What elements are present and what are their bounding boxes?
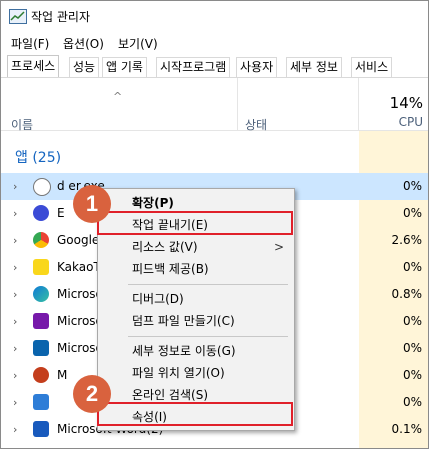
column-divider <box>237 78 238 130</box>
onenote-icon <box>33 313 49 329</box>
tab-details[interactable]: 세부 정보 <box>286 57 342 77</box>
menu-item-create-dump[interactable]: 덤프 파일 만들기(C) <box>98 310 294 332</box>
menu-item-label: 디버그(D) <box>132 292 184 306</box>
tab-app-history[interactable]: 앱 기록 <box>102 57 147 77</box>
process-cpu: 0.1% <box>391 422 423 436</box>
menu-item-open-file-location[interactable]: 파일 위치 열기(O) <box>98 362 294 384</box>
tab-startup[interactable]: 시작프로그램 <box>156 57 231 77</box>
outlook-icon <box>33 340 49 356</box>
process-cpu: 0% <box>402 368 422 382</box>
menu-view[interactable]: 보기(V) <box>118 33 158 54</box>
menu-options[interactable]: 옵션(O) <box>63 33 104 54</box>
app-icon <box>33 394 49 410</box>
expand-chevron-icon[interactable]: › <box>13 207 17 220</box>
process-cpu: 2.6% <box>391 233 423 247</box>
highlight-properties <box>97 402 293 426</box>
process-name: Microso <box>57 341 103 355</box>
expand-chevron-icon[interactable]: › <box>13 180 17 193</box>
column-cpu[interactable]: 14% CPU <box>358 78 428 130</box>
menu-item-label: 세부 정보로 이동(G) <box>132 344 236 358</box>
menu-item-debug[interactable]: 디버그(D) <box>98 288 294 310</box>
window-title: 작업 관리자 <box>31 10 91 24</box>
menu-item-feedback[interactable]: 피드백 제공(B) <box>98 258 294 280</box>
process-cpu: 0% <box>402 179 422 193</box>
expand-chevron-icon[interactable]: › <box>13 396 17 409</box>
kakaotalk-icon <box>33 259 49 275</box>
submenu-arrow-icon: > <box>273 240 284 254</box>
process-cpu: 0% <box>402 260 422 274</box>
callout-badge-1: 1 <box>73 185 111 223</box>
expand-chevron-icon[interactable]: › <box>13 234 17 247</box>
process-name: Google <box>57 233 100 247</box>
title-bar: 작업 관리자 <box>1 1 428 31</box>
process-cpu: 0% <box>402 314 422 328</box>
tab-performance[interactable]: 성능 <box>69 57 100 77</box>
cpu-total-percent: 14% <box>389 94 423 112</box>
app-icon <box>33 178 51 196</box>
menu-separator <box>128 336 288 337</box>
task-manager-icon <box>9 9 27 24</box>
process-name: E <box>57 206 65 220</box>
process-cpu: 0% <box>402 395 422 409</box>
menu-item-label: 리소스 값(V) <box>132 240 198 254</box>
word-icon <box>33 421 49 437</box>
menu-bar: 파일(F) 옵션(O) 보기(V) <box>1 33 428 53</box>
menu-item-resource-values[interactable]: 리소스 값(V) > <box>98 236 294 258</box>
expand-chevron-icon[interactable]: › <box>13 288 17 301</box>
menu-item-label: 파일 위치 열기(O) <box>132 366 225 380</box>
tab-bar: 프로세스 성능 앱 기록 시작프로그램 사용자 세부 정보 서비스 <box>1 55 428 78</box>
tab-services[interactable]: 서비스 <box>351 57 393 77</box>
process-name: M <box>57 368 68 382</box>
sort-arrow-icon: ^ <box>113 90 123 103</box>
process-name: Microso <box>57 287 103 301</box>
column-header: ^ 이름 상태 14% CPU <box>1 78 428 132</box>
group-title-apps: 앱 (25) <box>15 150 62 166</box>
expand-chevron-icon[interactable]: › <box>13 369 17 382</box>
cpu-column-label: CPU <box>398 115 423 129</box>
menu-item-label: 덤프 파일 만들기(C) <box>132 314 235 328</box>
callout-badge-2: 2 <box>73 375 111 413</box>
expand-chevron-icon[interactable]: › <box>13 261 17 274</box>
expand-chevron-icon[interactable]: › <box>13 423 17 436</box>
edge-icon <box>33 286 49 302</box>
menu-item-go-to-details[interactable]: 세부 정보로 이동(G) <box>98 340 294 362</box>
tab-users[interactable]: 사용자 <box>236 57 278 77</box>
process-cpu: 0% <box>402 341 422 355</box>
menu-file[interactable]: 파일(F) <box>11 33 49 54</box>
app-icon <box>33 205 49 221</box>
task-manager-window: 작업 관리자 파일(F) 옵션(O) 보기(V) 프로세스 성능 앱 기록 시작… <box>0 0 429 449</box>
expand-chevron-icon[interactable]: › <box>13 315 17 328</box>
process-name: Microso <box>57 314 103 328</box>
process-cpu: 0% <box>402 206 422 220</box>
process-cpu: 0.8% <box>391 287 423 301</box>
powerpoint-icon <box>33 367 49 383</box>
tab-processes[interactable]: 프로세스 <box>7 55 60 77</box>
menu-separator <box>128 284 288 285</box>
highlight-end-task <box>97 211 293 235</box>
expand-chevron-icon[interactable]: › <box>13 342 17 355</box>
chrome-icon <box>33 232 49 248</box>
menu-item-label: 피드백 제공(B) <box>132 262 209 276</box>
